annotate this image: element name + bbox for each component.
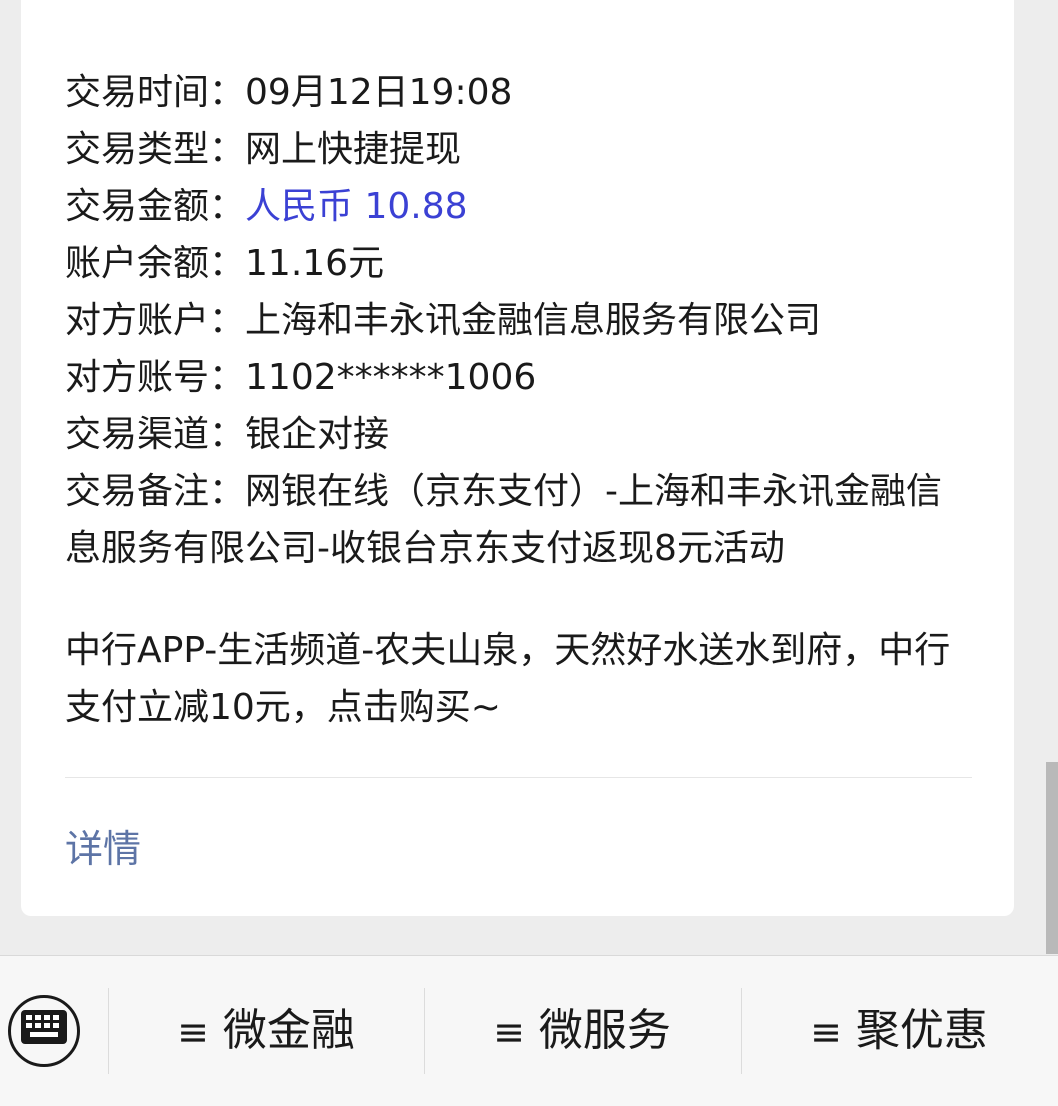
transaction-time-value: 09月12日19:08 [245,72,513,113]
counterparty-account-row: 对方账户：上海和丰永讯金融信息服务有限公司 [65,292,965,349]
transaction-channel-row: 交易渠道：银企对接 [65,406,965,463]
transaction-type-label: 交易类型： [65,129,246,170]
transaction-type-row: 交易类型：网上快捷提现 [65,121,965,178]
menu-lines-icon: ≡ [810,1010,842,1054]
menu-lines-icon: ≡ [493,1010,525,1054]
menu-weifuwu-label: 微服务 [538,1005,671,1056]
menu-juyouhui-label: 聚优惠 [855,1005,988,1056]
menu-weijinrong-label: 微金融 [222,1005,355,1056]
transaction-amount-value: 人民币 10.88 [245,186,468,227]
transaction-time-row: 交易时间：09月12日19:08 [65,64,965,121]
menu-juyouhui-button[interactable]: ≡ 聚优惠 [741,988,1057,1074]
counterparty-account-label: 对方账户： [65,300,246,341]
account-balance-value: 11.16元 [245,243,385,284]
transaction-type-value: 网上快捷提现 [245,129,462,170]
transaction-details: 交易时间：09月12日19:08 交易类型：网上快捷提现 交易金额：人民币 10… [65,64,965,463]
account-balance-label: 账户余额： [65,243,246,284]
transaction-channel-value: 银企对接 [245,414,390,455]
transaction-amount-label: 交易金额： [65,186,246,227]
transaction-remark-label: 交易备注： [65,471,246,512]
scrollbar[interactable] [1046,762,1058,954]
transaction-time-label: 交易时间： [65,72,246,113]
keyboard-icon [21,1010,67,1044]
menu-lines-icon: ≡ [177,1010,209,1054]
transaction-amount-row: 交易金额：人民币 10.88 [65,178,965,235]
promo-text[interactable]: 中行APP-生活频道-农夫山泉，天然好水送水到府，中行支付立减10元，点击购买~ [65,622,965,736]
message-card: 交易时间：09月12日19:08 交易类型：网上快捷提现 交易金额：人民币 10… [21,0,1014,916]
menu-weifuwu-button[interactable]: ≡ 微服务 [424,988,740,1074]
details-link[interactable]: 详情 [65,823,141,875]
menu-weijinrong-button[interactable]: ≡ 微金融 [108,988,424,1074]
transaction-remark: 交易备注：网银在线（京东支付）-上海和丰永讯金融信息服务有限公司-收银台京东支付… [65,463,965,577]
counterparty-number-label: 对方账号： [65,357,246,398]
account-balance-row: 账户余额：11.16元 [65,235,965,292]
divider [65,777,972,778]
transaction-channel-label: 交易渠道： [65,414,246,455]
counterparty-number-value: 1102******1006 [245,357,537,398]
counterparty-account-value: 上海和丰永讯金融信息服务有限公司 [245,300,822,341]
bottom-menu-bar: ≡ 微金融 ≡ 微服务 ≡ 聚优惠 [0,955,1058,1106]
keyboard-toggle-button[interactable] [8,995,80,1067]
counterparty-number-row: 对方账号：1102******1006 [65,349,965,406]
